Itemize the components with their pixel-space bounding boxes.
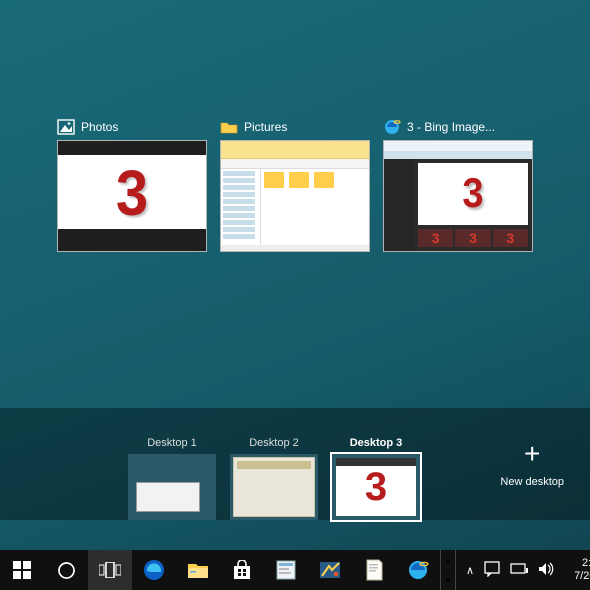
task-view-window-pictures[interactable]: Pictures xyxy=(220,118,370,252)
plus-icon: + xyxy=(500,440,564,468)
virtual-desktop-2[interactable]: Desktop 2 xyxy=(230,436,318,520)
virtual-desktop-1[interactable]: Desktop 1 xyxy=(128,436,216,520)
task-view-thumb-explorer[interactable] xyxy=(220,140,370,252)
folder-icon xyxy=(220,118,238,136)
new-desktop-label: New desktop xyxy=(500,476,564,488)
taskbar-app-program3[interactable] xyxy=(352,550,396,590)
taskbar-app-store[interactable] xyxy=(220,550,264,590)
system-tray: ∧ xyxy=(456,561,564,580)
task-view-window-ie[interactable]: 3 - Bing Image... 3 333 xyxy=(383,118,533,252)
taskbar-app-edge[interactable] xyxy=(132,550,176,590)
start-button[interactable] xyxy=(0,550,44,590)
virtual-desktops-strip: Desktop 1 Desktop 2 Desktop 3 3 + New de… xyxy=(0,408,590,520)
virtual-desktop-label: Desktop 2 xyxy=(230,436,318,454)
task-view-window-label: Photos xyxy=(81,120,118,134)
tray-overflow-button[interactable]: ∧ xyxy=(466,564,474,577)
task-view-thumb-ie[interactable]: 3 333 xyxy=(383,140,533,252)
taskbar-app-program2[interactable] xyxy=(308,550,352,590)
network-icon[interactable] xyxy=(510,562,528,579)
virtual-desktop-label: Desktop 1 xyxy=(128,436,216,454)
task-view-window-photos[interactable]: Photos 3 xyxy=(57,118,207,252)
taskbar-clock[interactable]: 2:24 PM 7/20/2015 xyxy=(564,557,590,583)
taskbar-app-program1[interactable] xyxy=(264,550,308,590)
virtual-desktop-3[interactable]: Desktop 3 3 xyxy=(332,436,420,520)
cortana-button[interactable] xyxy=(44,550,88,590)
task-view-window-label: Pictures xyxy=(244,120,287,134)
task-view-button[interactable] xyxy=(88,550,132,590)
virtual-desktop-label: Desktop 3 xyxy=(332,436,420,454)
task-view-thumb-photos[interactable]: 3 xyxy=(57,140,207,252)
action-center-icon[interactable] xyxy=(484,561,500,580)
task-view-window-label: 3 - Bing Image... xyxy=(407,120,495,134)
photos-icon xyxy=(57,118,75,136)
taskbar-scroll[interactable]: ▴ ▾ xyxy=(440,550,456,590)
chevron-up-icon[interactable]: ▴ xyxy=(441,550,455,570)
taskbar-app-file-explorer[interactable] xyxy=(176,550,220,590)
ie-icon xyxy=(383,118,401,136)
volume-icon[interactable] xyxy=(538,561,554,580)
new-desktop-button[interactable]: + New desktop xyxy=(500,440,564,488)
taskbar-app-ie[interactable] xyxy=(396,550,440,590)
task-view-windows: Photos 3 Pictures 3 - xyxy=(57,118,533,252)
clock-date: 7/20/2015 xyxy=(574,570,590,583)
chevron-down-icon[interactable]: ▾ xyxy=(441,570,455,590)
clock-time: 2:24 PM xyxy=(574,557,590,570)
taskbar: ▴ ▾ ∧ 2:24 PM 7/20/2015 xyxy=(0,550,590,590)
